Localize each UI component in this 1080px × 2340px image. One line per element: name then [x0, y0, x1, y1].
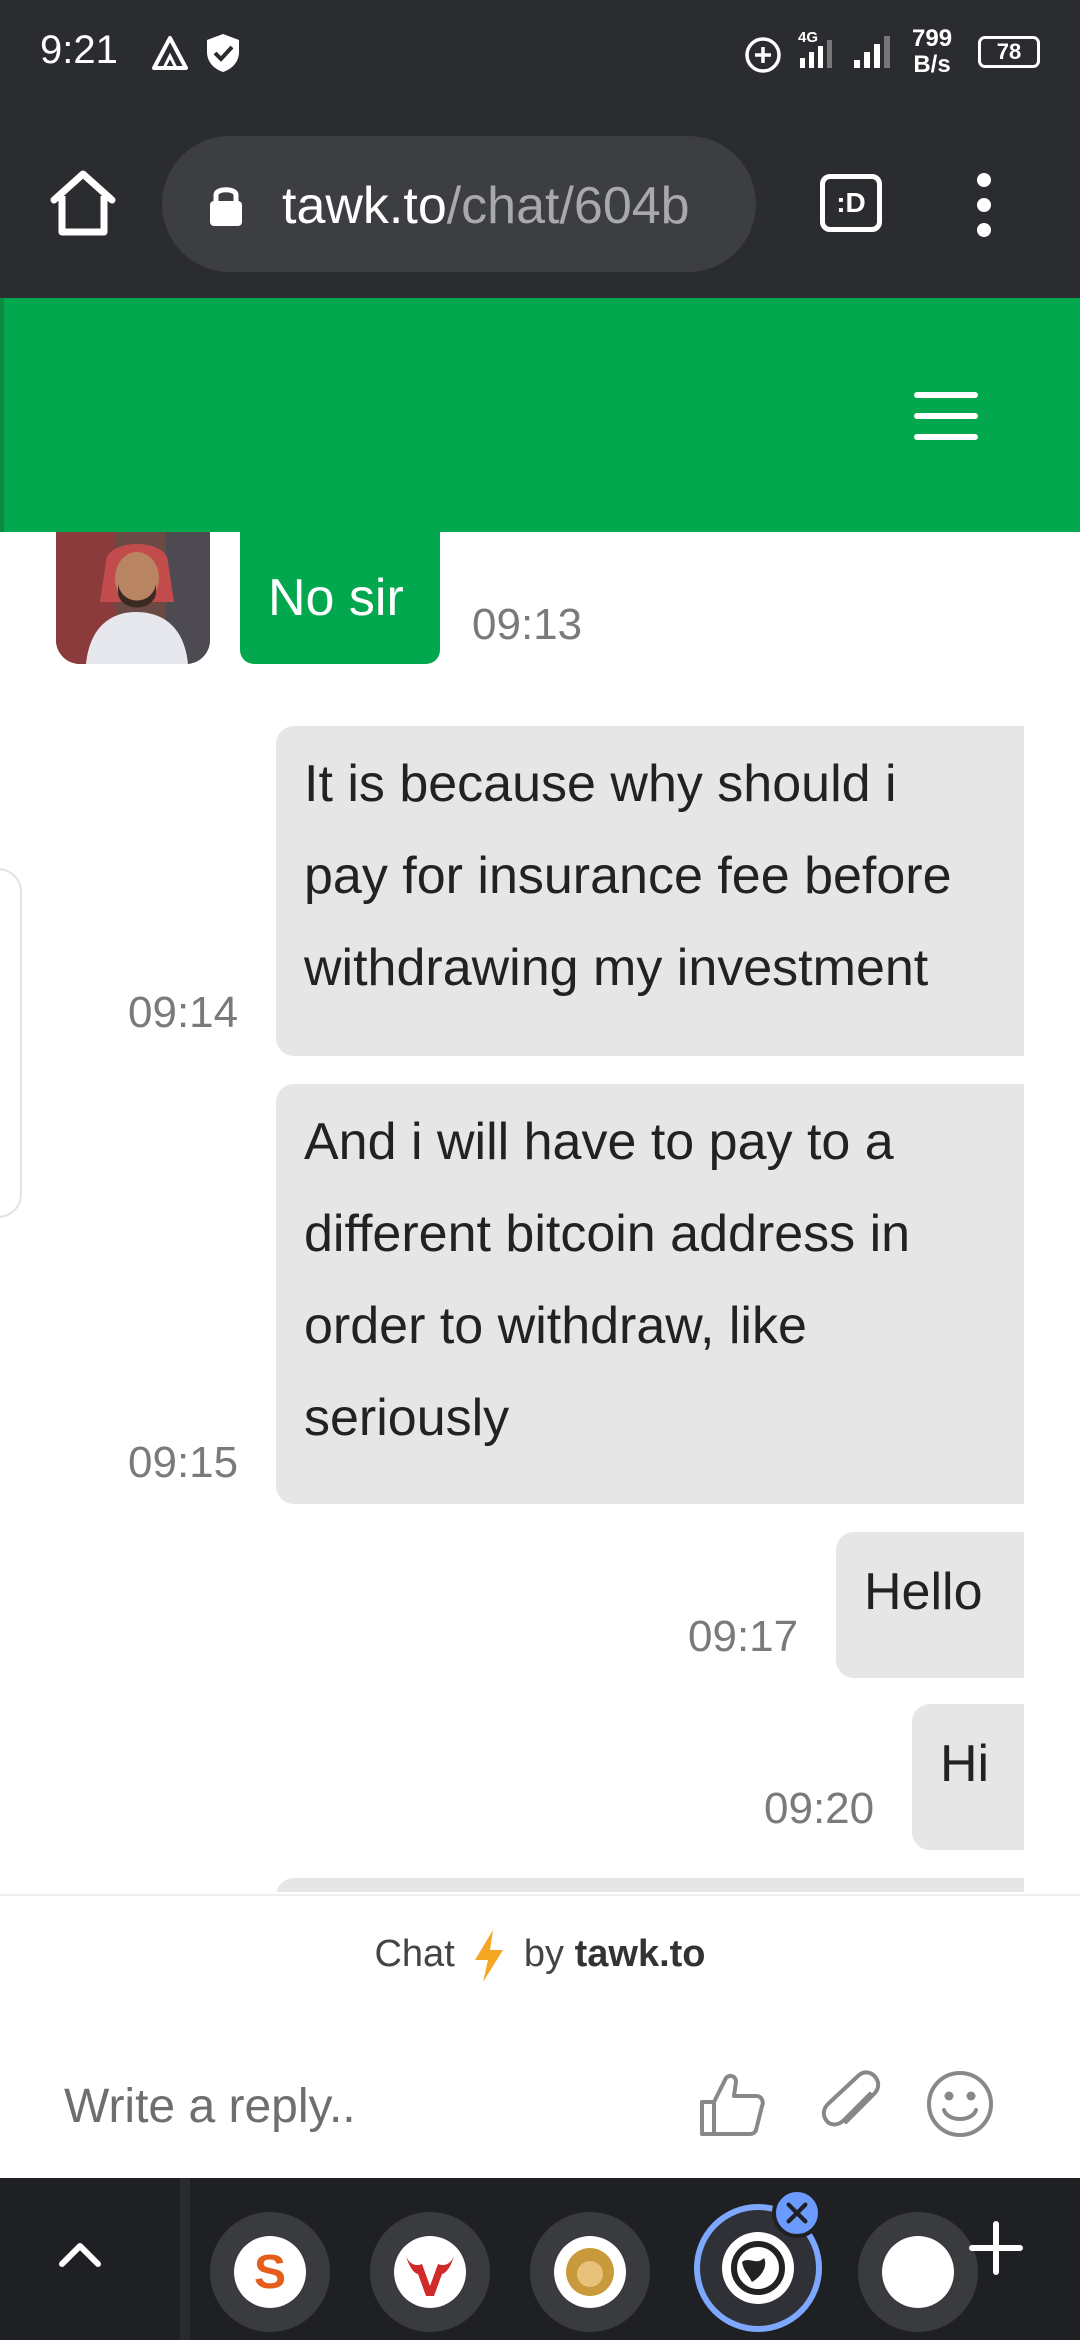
- divider: [0, 1894, 1080, 1896]
- visitor-message: Hi: [912, 1704, 1024, 1850]
- smiley-icon[interactable]: [924, 2068, 996, 2140]
- tab-favicon: S: [234, 2236, 306, 2308]
- message-line: withdrawing my investment: [304, 939, 929, 997]
- reply-input[interactable]: [64, 2066, 664, 2146]
- side-handle[interactable]: [0, 868, 22, 1218]
- visitor-message: And i will have to pay to a different bi…: [276, 1084, 1024, 1504]
- message-list[interactable]: No sir 09:13 09:14 It is because why sho…: [0, 532, 1080, 1892]
- lion-logo-icon: [566, 2248, 614, 2296]
- tab-strip: S: [0, 2178, 1080, 2340]
- screen: 9:21 4G 799 B/s 78 tawk.to/chat/604b:D …: [0, 0, 1080, 2340]
- branding-prefix: Chat: [374, 1933, 455, 1976]
- globe-icon: [731, 2241, 785, 2295]
- message-line: It is because why should i: [304, 755, 897, 813]
- paperclip-icon[interactable]: [818, 2068, 890, 2140]
- tab-strip-separator: [180, 2178, 190, 2340]
- home-icon[interactable]: [40, 160, 126, 246]
- tab-thumbnail-lion[interactable]: [530, 2212, 650, 2332]
- tab-favicon: [394, 2236, 466, 2308]
- message-line: pay for insurance fee before: [304, 847, 952, 905]
- network-speed-value: 799: [912, 25, 953, 52]
- thumbs-up-icon[interactable]: [696, 2068, 768, 2140]
- branding-name: tawk.to: [574, 1933, 706, 1976]
- chat-header: [0, 298, 1080, 532]
- lock-icon: [210, 187, 242, 226]
- svg-text:S: S: [254, 2246, 286, 2299]
- message-time: 09:17: [688, 1612, 799, 1661]
- tab-favicon: [554, 2236, 626, 2308]
- network-speed: 799 B/s: [912, 26, 952, 78]
- tab-thumbnail-partial[interactable]: [858, 2212, 978, 2332]
- hamburger-menu-icon[interactable]: [912, 390, 980, 442]
- message-line: seriously: [304, 1389, 510, 1447]
- svg-text:4G: 4G: [798, 29, 818, 46]
- tab-favicon: [882, 2236, 954, 2308]
- chevron-up-icon[interactable]: [56, 2238, 104, 2268]
- status-time: 9:21: [40, 28, 118, 72]
- url-text: tawk.to/chat/604b: [282, 176, 690, 236]
- new-tab-plus-icon[interactable]: [966, 2218, 1026, 2278]
- tab-favicon: [722, 2232, 794, 2304]
- visitor-message: Hello: [836, 1532, 1024, 1678]
- s-logo-icon: S: [236, 2238, 304, 2306]
- battery-indicator: 78: [978, 36, 1040, 68]
- browser-toolbar: tawk.to/chat/604b :D: [0, 110, 1080, 298]
- agent-photo: [56, 532, 210, 664]
- tab-thumbnail-bull[interactable]: [370, 2212, 490, 2332]
- address-bar[interactable]: tawk.to/chat/604b: [162, 136, 756, 272]
- bull-logo-icon: [406, 2256, 454, 2296]
- signal-bars-icon: [854, 36, 890, 68]
- more-vert-icon[interactable]: [968, 170, 1000, 240]
- visitor-message: It is because why should i pay for insur…: [276, 726, 1024, 1056]
- message-line: And i will have to pay to a: [304, 1113, 894, 1171]
- url-path: /chat/604b: [446, 177, 690, 235]
- tab-switcher-button[interactable]: :D: [820, 174, 882, 232]
- message-time: 09:15: [128, 1438, 239, 1487]
- signal-4g-icon: 4G: [798, 29, 832, 68]
- message-time: 09:13: [472, 600, 583, 649]
- powered-by-branding[interactable]: Chat by tawk.to: [0, 1928, 1080, 1984]
- shield-icon: [207, 34, 239, 72]
- message-time: 09:14: [128, 988, 239, 1037]
- agent-avatar: [56, 532, 210, 664]
- warning-triangle-icon: [152, 36, 188, 70]
- status-bar: 9:21 4G 799 B/s 78: [0, 0, 1080, 110]
- message-line: different bitcoin address in: [304, 1205, 911, 1263]
- close-tab-icon[interactable]: [772, 2188, 822, 2238]
- network-speed-unit: B/s: [913, 51, 951, 78]
- message-line: order to withdraw, like: [304, 1297, 807, 1355]
- lightning-bolt-icon: [475, 1930, 504, 1982]
- message-time: 09:20: [764, 1784, 875, 1833]
- visitor-message-partial: [276, 1878, 1024, 1892]
- url-host: tawk.to: [282, 177, 447, 235]
- branding-by: by: [523, 1933, 565, 1976]
- data-saver-icon: [745, 37, 781, 73]
- agent-message: No sir: [240, 532, 440, 664]
- tab-thumbnail-s[interactable]: S: [210, 2212, 330, 2332]
